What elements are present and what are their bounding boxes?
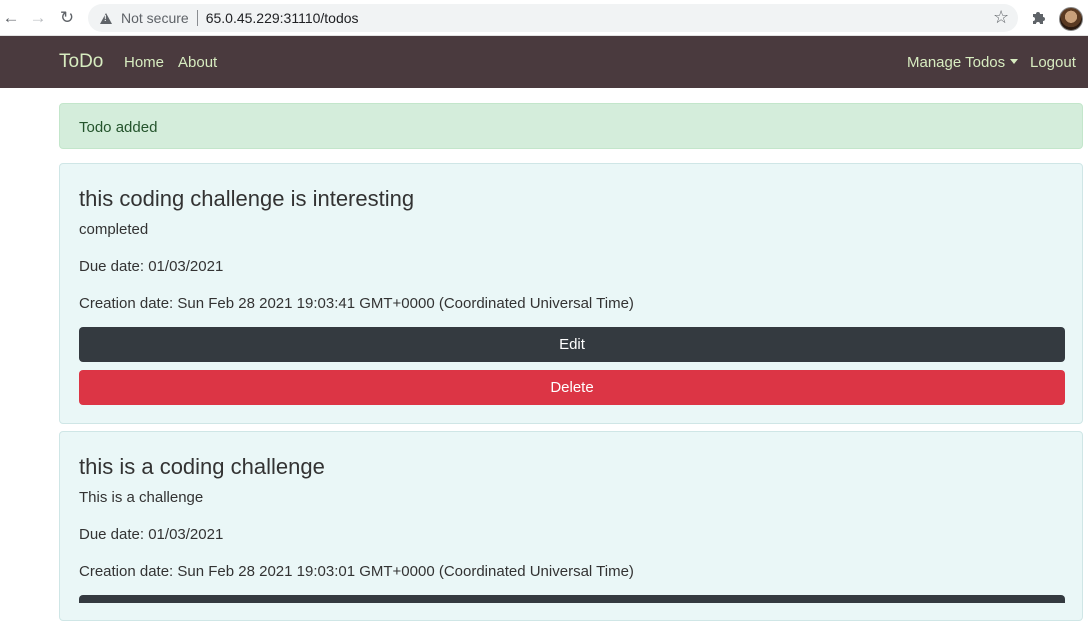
todo-card: this is a coding challenge This is a cha… bbox=[59, 431, 1083, 621]
todo-description: completed bbox=[79, 221, 149, 238]
forward-icon[interactable]: → bbox=[27, 6, 49, 30]
profile-avatar[interactable] bbox=[1059, 7, 1083, 31]
brand-logo[interactable]: ToDo bbox=[59, 51, 103, 73]
todo-title: this coding challenge is interesting bbox=[79, 186, 415, 211]
todo-due-date: Due date: 01/03/2021 bbox=[79, 526, 224, 543]
omnibox-divider bbox=[196, 10, 198, 26]
success-alert: Todo added bbox=[59, 103, 1083, 149]
manage-todos-dropdown[interactable]: Manage Todos bbox=[907, 54, 1019, 71]
extensions-icon[interactable] bbox=[1030, 8, 1048, 26]
todo-description: This is a challenge bbox=[79, 489, 204, 506]
back-icon[interactable]: ← bbox=[0, 6, 22, 30]
todo-creation-date: Creation date: Sun Feb 28 2021 19:03:41 … bbox=[79, 295, 634, 312]
caret-down-icon bbox=[1010, 59, 1019, 64]
app-navbar: ToDo Home About Manage Todos Logout bbox=[0, 36, 1088, 88]
security-label[interactable]: Not secure bbox=[121, 10, 189, 26]
nav-about-link[interactable]: About bbox=[178, 54, 217, 71]
nav-home-link[interactable]: Home bbox=[124, 54, 164, 71]
reload-icon[interactable]: ↻ bbox=[56, 6, 78, 30]
browser-toolbar: ← → ↻ Not secure 65.0.45.229:31110/todos… bbox=[0, 0, 1088, 36]
todo-creation-date: Creation date: Sun Feb 28 2021 19:03:01 … bbox=[79, 563, 634, 580]
edit-button[interactable]: Edit bbox=[79, 327, 1065, 362]
edit-button-partial[interactable] bbox=[79, 595, 1065, 603]
manage-todos-label: Manage Todos bbox=[907, 54, 1006, 71]
warning-icon bbox=[100, 12, 112, 24]
bookmark-star-icon[interactable]: ☆ bbox=[993, 7, 1009, 28]
todo-title: this is a coding challenge bbox=[79, 454, 325, 479]
delete-button[interactable]: Delete bbox=[79, 370, 1065, 405]
todo-card: this coding challenge is interesting com… bbox=[59, 163, 1083, 424]
alert-message: Todo added bbox=[79, 119, 158, 136]
address-bar[interactable]: Not secure 65.0.45.229:31110/todos bbox=[88, 4, 1018, 32]
logout-link[interactable]: Logout bbox=[1030, 54, 1076, 71]
todo-due-date: Due date: 01/03/2021 bbox=[79, 258, 224, 275]
url-text[interactable]: 65.0.45.229:31110/todos bbox=[206, 10, 359, 26]
